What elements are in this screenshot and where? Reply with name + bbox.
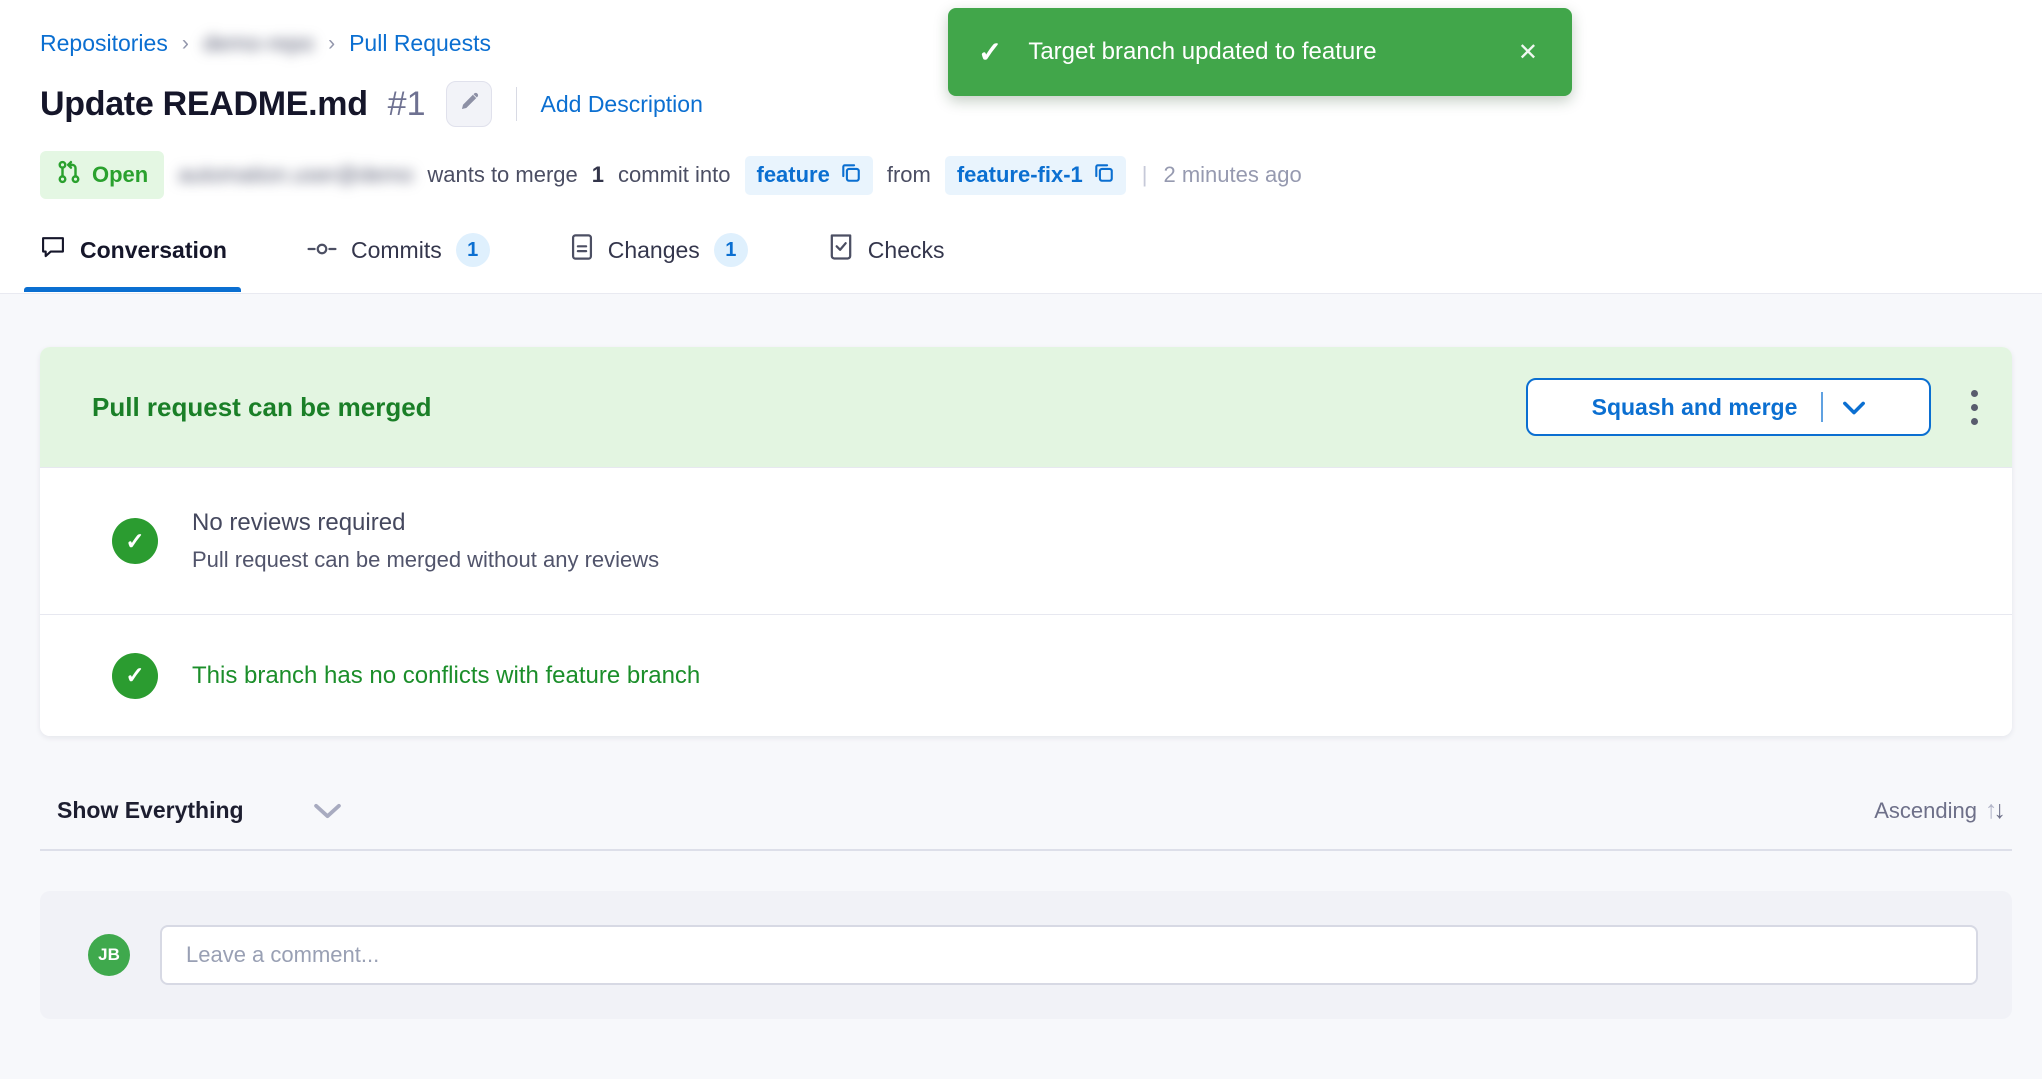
meta-commit-count: 1: [592, 162, 604, 188]
title-divider: [516, 87, 517, 121]
target-branch-chip[interactable]: feature: [745, 156, 873, 195]
merge-status-title: Pull request can be merged: [92, 392, 432, 423]
breadcrumb-pull-requests-link[interactable]: Pull Requests: [349, 30, 491, 57]
file-icon: [570, 233, 594, 267]
check-circle-icon: ✓: [112, 518, 158, 564]
copy-icon[interactable]: [840, 162, 861, 189]
conflict-check-title: This branch has no conflicts with featur…: [192, 662, 700, 690]
target-branch-name: feature: [757, 162, 830, 188]
pr-timestamp: 2 minutes ago: [1164, 162, 1302, 188]
chevron-down-icon[interactable]: [1843, 394, 1865, 421]
sort-order-label: Ascending: [1874, 798, 1977, 824]
pencil-icon: [457, 90, 481, 119]
pr-meta-row: Open automation.user@demo wants to merge…: [40, 151, 2002, 199]
merge-check-row-reviews: ✓ No reviews required Pull request can b…: [40, 467, 2012, 614]
tab-changes[interactable]: Changes 1: [570, 233, 748, 293]
user-avatar: JB: [88, 934, 130, 976]
checklist-icon: [828, 233, 854, 267]
merge-actions: Squash and merge: [1526, 378, 1988, 436]
pull-request-icon: [56, 159, 82, 191]
close-icon[interactable]: ✕: [1514, 34, 1542, 71]
breadcrumb-separator: ›: [328, 32, 335, 56]
timeline-filter-bar: Show Everything Ascending ↑↓: [40, 796, 2012, 825]
merge-status-header: Pull request can be merged Squash and me…: [40, 347, 2012, 467]
edit-title-button[interactable]: [446, 81, 492, 127]
button-divider: [1821, 392, 1823, 422]
comment-composer-card: JB: [40, 891, 2012, 1019]
meta-commit-text: commit into: [618, 162, 730, 188]
breadcrumb-separator: ›: [182, 32, 189, 56]
tab-label: Checks: [868, 237, 945, 264]
squash-and-merge-button[interactable]: Squash and merge: [1526, 378, 1931, 436]
review-check-title: No reviews required: [192, 509, 659, 537]
copy-icon[interactable]: [1093, 162, 1114, 189]
pr-state-badge: Open: [40, 151, 164, 199]
sort-arrows-icon: ↑↓: [1985, 796, 2002, 825]
meta-from-text: from: [887, 162, 931, 188]
pr-tabs: Conversation Commits 1 Changes 1 Checks: [40, 233, 2002, 293]
merge-check-row-conflicts: ✓ This branch has no conflicts with feat…: [40, 614, 2012, 736]
review-check-subtitle: Pull request can be merged without any r…: [192, 547, 659, 573]
meta-wants-text: wants to merge: [427, 162, 577, 188]
tab-conversation[interactable]: Conversation: [40, 234, 227, 292]
check-circle-icon: ✓: [112, 653, 158, 699]
sort-order-toggle[interactable]: Ascending ↑↓: [1874, 796, 2002, 825]
tab-label: Commits: [351, 237, 442, 264]
source-branch-chip[interactable]: feature-fix-1: [945, 156, 1126, 195]
chevron-down-icon: [314, 803, 341, 819]
pr-conversation-panel: Pull request can be merged Squash and me…: [0, 293, 2042, 1079]
pr-number: #1: [388, 85, 426, 124]
show-everything-label: Show Everything: [57, 797, 244, 824]
meta-divider: |: [1142, 162, 1148, 188]
check-icon: ✓: [978, 35, 1002, 70]
source-branch-name: feature-fix-1: [957, 162, 1083, 188]
tab-label: Conversation: [80, 237, 227, 264]
section-divider: [40, 849, 2012, 851]
squash-and-merge-label: Squash and merge: [1592, 394, 1798, 421]
add-description-link[interactable]: Add Description: [541, 91, 703, 118]
pr-author-redacted: automation.user@demo: [178, 162, 413, 188]
pr-title: Update README.md: [40, 85, 368, 124]
tab-checks[interactable]: Checks: [828, 233, 945, 293]
tab-label: Changes: [608, 237, 700, 264]
changes-count-badge: 1: [714, 233, 748, 267]
chat-bubble-icon: [40, 234, 66, 266]
success-toast: ✓ Target branch updated to feature ✕: [948, 8, 1572, 96]
merge-status-card: Pull request can be merged Squash and me…: [40, 347, 2012, 736]
commits-count-badge: 1: [456, 233, 490, 267]
commit-icon: [307, 237, 337, 264]
toast-message: Target branch updated to feature: [1028, 38, 1514, 66]
show-everything-dropdown[interactable]: Show Everything: [57, 797, 341, 824]
more-options-kebab-icon[interactable]: [1961, 382, 1988, 433]
breadcrumb-repo-name-redacted[interactable]: demo-repo: [203, 30, 314, 57]
comment-input[interactable]: [160, 925, 1978, 985]
tab-commits[interactable]: Commits 1: [307, 233, 490, 293]
pr-state-label: Open: [92, 162, 148, 188]
review-check-text: No reviews required Pull request can be …: [192, 509, 659, 573]
breadcrumb-repositories-link[interactable]: Repositories: [40, 30, 168, 57]
